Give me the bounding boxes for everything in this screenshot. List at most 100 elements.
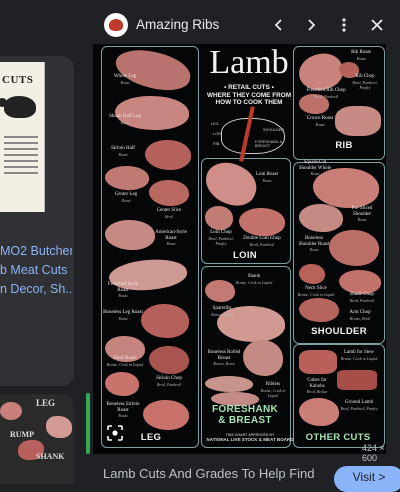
cut-label: Lamb for Stew Braise, Cook in Liquid — [340, 350, 378, 361]
cut-label: Shank Braise, Cook in Liquid — [235, 274, 273, 285]
cut-label: Square-Cut Shoulder Whole Roast — [298, 160, 332, 176]
cut-arm-chop — [299, 298, 339, 322]
cut-label: Whole Leg Roast — [113, 74, 137, 85]
poster-footnote: THIS CHART APPROVED BY NATIONAL LIVE STO… — [196, 433, 304, 442]
poster-lines — [4, 132, 38, 178]
cut-label: Center Slice Broil — [156, 208, 182, 219]
chevron-left-icon[interactable] — [266, 12, 292, 38]
cut-sirloin-chop — [149, 346, 189, 374]
cut-shank — [205, 280, 235, 302]
close-icon[interactable] — [364, 12, 390, 38]
cut-label: Boneless Sirloin Roast Roast — [106, 402, 140, 418]
cut-label: Neck Slice Braise, Cook in Liquid — [297, 286, 335, 297]
cut-label: Loin Chop Broil, Panbroil, Panfry — [208, 230, 234, 246]
cut-crown-roast — [335, 106, 381, 136]
section-leg: LEG — [140, 432, 162, 443]
result-title-line: b Meat Cuts — [0, 263, 68, 277]
cut-label: Boneless Shoulder Roast Roast — [298, 236, 330, 252]
section-shoulder: SHOULDER — [311, 326, 367, 337]
image-dimensions: 424 × 600 — [362, 443, 385, 463]
result-thumbnail[interactable]: CUTS — [0, 62, 45, 212]
result-thumbnail-2[interactable]: LEG RUMP SHANK — [0, 394, 74, 484]
thumb-label: SHANK — [36, 452, 65, 461]
diagram-label: FORESHANK & BREAST — [255, 140, 283, 148]
cut-pre-sliced — [299, 204, 343, 232]
cut-label: American-Style Roast Roast — [155, 230, 187, 246]
cut-label: Hind Shank Braise, Cook in Liquid — [106, 356, 144, 367]
section-foreshank: FORESHANK & BREAST — [201, 404, 289, 426]
cut-label: Double Loin Chop Broil, Panbroil — [243, 236, 281, 247]
preview-image[interactable]: Lamb • RETAIL CUTS • WHERE THEY COME FRO… — [93, 44, 386, 454]
cut-double-loin — [239, 208, 285, 236]
thumb-label: RUMP — [10, 430, 34, 439]
cut-center-leg — [105, 166, 149, 190]
cut-center-slice — [149, 180, 189, 206]
thumb-label: LEG — [36, 398, 56, 408]
cut-label: Sirloin Half Roast — [111, 146, 135, 157]
cut-boneless-sirloin — [143, 400, 189, 430]
lens-icon[interactable] — [106, 424, 124, 442]
cut-riblets — [205, 376, 253, 392]
diagram-label: RIB — [213, 142, 220, 146]
cut-label: Blade Chop Broil, Panbroil — [349, 292, 375, 303]
section-other: OTHER CUTS — [305, 432, 371, 443]
cut-label: Arm Chop Braise, Broil — [349, 310, 371, 321]
cut-boneless-leg — [141, 304, 189, 338]
cut-label: Frenched Style Roast Roast — [107, 282, 139, 298]
cut-label: Sirloin Chop Broil, Panbroil — [156, 376, 182, 387]
cut-label: Rib Roast Roast — [351, 50, 371, 61]
cut-boneless-rolled — [243, 340, 283, 376]
more-vert-icon[interactable] — [331, 12, 357, 38]
cut-sirloin-half — [145, 140, 191, 170]
cut-stew — [299, 350, 337, 374]
diagram-label: LOIN — [213, 132, 222, 136]
section-line: & BREAST — [218, 415, 272, 426]
cut-label: Boneless Rolled Breast Braise, Roast — [207, 350, 241, 366]
cut-label: Loin Roast Roast — [255, 172, 279, 183]
subtitle-line: • RETAIL CUTS • — [224, 84, 274, 91]
poster-title: CUTS — [2, 74, 34, 86]
cut-loin-chop — [205, 206, 233, 230]
subtitle-line: WHERE THEY COME FROM — [206, 91, 292, 99]
accent-bar — [86, 393, 90, 454]
chevron-right-icon[interactable] — [298, 12, 324, 38]
cut-boneless-leg-tied — [105, 372, 139, 396]
cut-cubes — [337, 370, 377, 390]
footnote-line: NATIONAL LIVE STOCK & MEAT BOARD — [206, 437, 294, 442]
cut-label: Cubes for Kabobs Broil, Braise — [306, 378, 328, 394]
cut-label: Pre-Sliced Shoulder Roast — [351, 206, 373, 222]
result-title-link[interactable]: MO2 Butcher b Meat Cuts n Decor, Sh... — [0, 242, 72, 299]
cut-label: Boneless Leg Roast Roast — [103, 310, 143, 321]
result-title-line: n Decor, Sh... — [0, 282, 72, 296]
cut-label: Riblets Braise, Cook in Liquid — [260, 382, 286, 398]
cut-label: Frenched Rib Chop Broil, Panbroil — [306, 88, 346, 99]
section-line: FORESHANK — [211, 404, 279, 415]
site-name[interactable]: Amazing Ribs — [136, 17, 219, 32]
visit-button[interactable]: Visit > — [334, 466, 400, 492]
cut-label: Shank Half Leg Roast — [109, 114, 141, 125]
poster-subtitle: • RETAIL CUTS • WHERE THEY COME FROM HOW… — [197, 84, 301, 107]
cut-label: Spareribs Braise, Roast — [211, 306, 233, 317]
cut-boneless-shoulder — [329, 230, 379, 266]
result-card[interactable]: CUTS MO2 Butcher b Meat Cuts n Decor, Sh… — [0, 56, 74, 386]
cut-neck-slice — [299, 264, 325, 284]
cut-american-leg — [105, 220, 155, 250]
sheep-icon — [0, 96, 36, 118]
poster-title: Lamb — [209, 44, 289, 81]
diagram-label: LEG — [211, 122, 219, 126]
diagram-label: SHOULDER — [263, 128, 285, 132]
subtitle-line: HOW TO COOK THEM — [215, 99, 283, 106]
cut-blade-chop — [339, 270, 381, 294]
cut-label: Ground Lamb Broil, Panbroil, Panfry — [340, 400, 378, 411]
section-loin: LOIN — [233, 250, 257, 261]
carcass-diagram — [221, 118, 285, 154]
result-title-line: MO2 Butcher — [0, 244, 72, 258]
section-rib: RIB — [335, 140, 353, 151]
left-results-strip: CUTS MO2 Butcher b Meat Cuts n Decor, Sh… — [0, 0, 86, 484]
cut-label: Crown Roast Roast — [306, 116, 334, 127]
meat-shape — [0, 402, 22, 420]
cut-label: Center Leg Roast — [114, 192, 138, 203]
cut-ground — [299, 398, 339, 426]
site-logo[interactable] — [104, 13, 128, 37]
meat-shape — [46, 416, 72, 438]
